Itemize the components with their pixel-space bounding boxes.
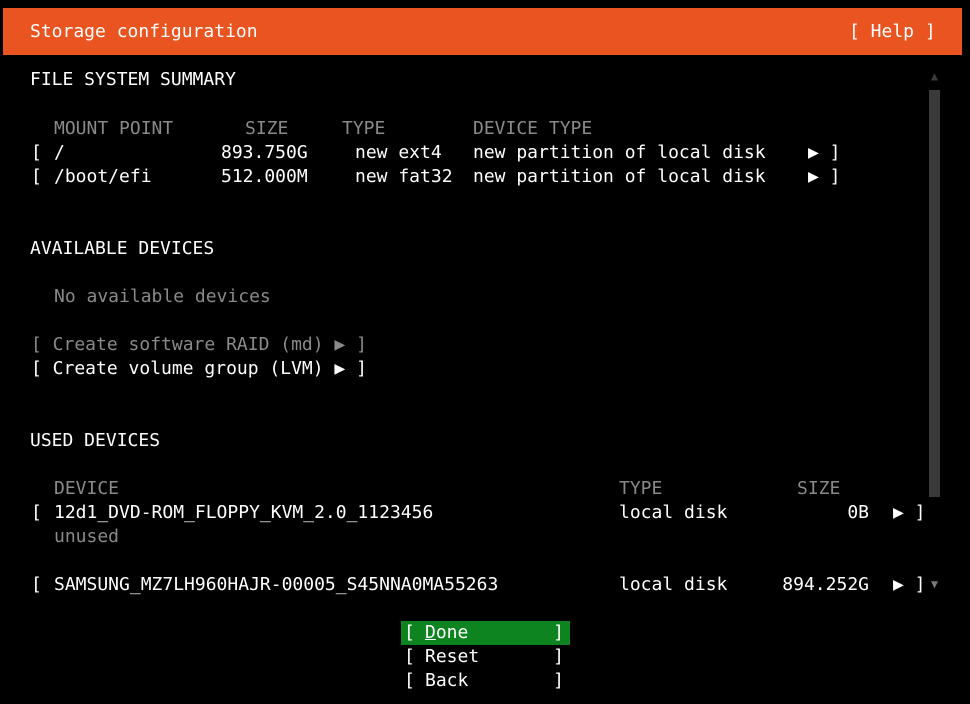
device-size: 894.252G <box>782 574 869 595</box>
open-bracket: [ <box>404 622 415 643</box>
fs-type: new fat32 <box>355 166 453 187</box>
col-type: TYPE <box>342 118 386 139</box>
row-open-bracket: [ <box>31 166 42 187</box>
col-used-size: SIZE <box>797 478 841 499</box>
title-bar: Storage configuration [ Help ] <box>3 8 962 55</box>
close-bracket: ] <box>553 670 564 691</box>
available-devices-heading: AVAILABLE DEVICES <box>30 238 215 259</box>
row-arrow[interactable]: ▶ ] <box>808 165 841 189</box>
back-label: Back <box>425 670 469 691</box>
create-raid-button: [ Create software RAID (md) ▶ ] <box>31 334 367 355</box>
close-bracket: ] <box>553 646 564 667</box>
scroll-up-arrow-icon[interactable]: ▲ <box>929 68 940 84</box>
device-type: local disk <box>619 502 728 523</box>
row-open-bracket: [ <box>31 502 42 523</box>
reset-label: Reset <box>425 646 480 667</box>
row-arrow[interactable]: ▶ ] <box>893 573 926 597</box>
row-open-bracket: [ <box>31 142 42 163</box>
device-size: 0B <box>847 502 869 523</box>
done-button[interactable]: [ Done ] <box>401 621 570 645</box>
col-device: DEVICE <box>54 478 120 499</box>
create-lvm-button[interactable]: [ Create volume group (LVM) ▶ ] <box>31 357 367 381</box>
back-button[interactable]: [ Back ] <box>401 669 570 693</box>
fs-summary-heading: FILE SYSTEM SUMMARY <box>30 69 236 90</box>
col-used-type: TYPE <box>619 478 663 499</box>
close-bracket: ] <box>553 622 564 643</box>
device-name: 12d1_DVD-ROM_FLOPPY_KVM_2.0_1123456 <box>54 502 434 523</box>
device-name: SAMSUNG_MZ7LH960HAJR-00005_S45NNA0MA5526… <box>54 574 499 595</box>
row-arrow[interactable]: ▶ ] <box>893 501 926 525</box>
help-button[interactable]: [ Help ] <box>849 20 936 44</box>
open-bracket: [ <box>404 670 415 691</box>
fs-device-type: new partition of local disk <box>473 142 766 163</box>
fs-size: 893.750G <box>221 142 308 163</box>
done-label: one <box>435 622 469 643</box>
page-title: Storage configuration <box>30 21 258 42</box>
col-device-type: DEVICE TYPE <box>473 118 593 139</box>
open-bracket: [ <box>404 646 415 667</box>
fs-device-type: new partition of local disk <box>473 166 766 187</box>
row-open-bracket: [ <box>31 574 42 595</box>
col-mount-point: MOUNT POINT <box>54 118 174 139</box>
done-hotkey: D <box>425 622 436 643</box>
scroll-down-arrow-icon[interactable]: ▼ <box>929 576 940 592</box>
used-devices-heading: USED DEVICES <box>30 430 161 451</box>
reset-button[interactable]: [ Reset ] <box>401 645 570 669</box>
device-status: unused <box>54 526 120 547</box>
mount-point: / <box>54 142 65 163</box>
row-arrow[interactable]: ▶ ] <box>808 141 841 165</box>
col-size: SIZE <box>245 118 289 139</box>
mount-point: /boot/efi <box>54 166 152 187</box>
scrollbar-thumb[interactable] <box>929 90 940 497</box>
fs-size: 512.000M <box>221 166 308 187</box>
device-type: local disk <box>619 574 728 595</box>
fs-type: new ext4 <box>355 142 442 163</box>
no-devices-text: No available devices <box>54 286 271 307</box>
